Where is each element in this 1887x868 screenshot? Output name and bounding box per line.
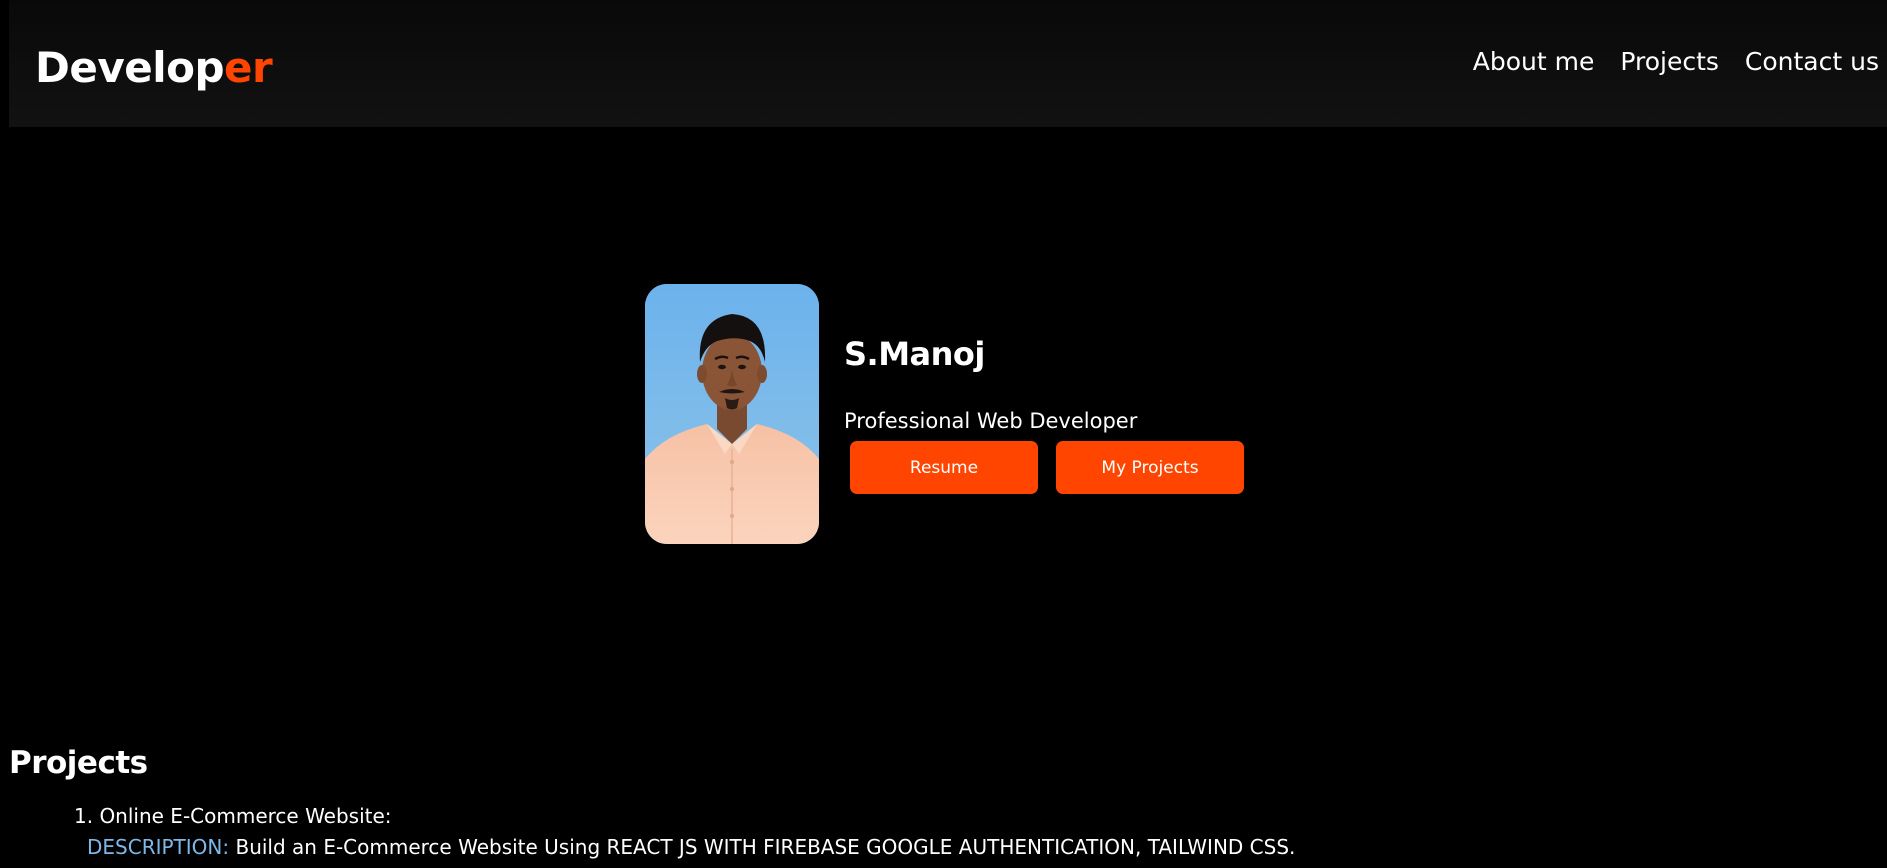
nav-link-about[interactable]: About me <box>1473 44 1595 80</box>
project-item-description: DESCRIPTION: Build an E-Commerce Website… <box>87 833 1295 861</box>
nav-link-contact[interactable]: Contact us <box>1745 44 1879 80</box>
site-logo[interactable]: Developer <box>35 40 273 96</box>
description-label: DESCRIPTION: <box>87 835 230 859</box>
navbar: Developer About me Projects Contact us <box>9 0 1887 127</box>
logo-text-main: Develop <box>35 43 225 92</box>
resume-button[interactable]: Resume <box>850 441 1038 494</box>
nav-link-projects[interactable]: Projects <box>1620 44 1719 80</box>
profile-photo <box>645 284 819 544</box>
profile-portrait-image <box>645 284 819 544</box>
project-item-title: 1. Online E-Commerce Website: <box>74 804 392 828</box>
my-projects-button[interactable]: My Projects <box>1056 441 1244 494</box>
description-text: Build an E-Commerce Website Using REACT … <box>229 835 1296 859</box>
projects-section-title: Projects <box>9 744 148 781</box>
nav-links: About me Projects Contact us <box>1473 44 1879 80</box>
hero-role: Professional Web Developer <box>844 409 1138 433</box>
hero-name: S.Manoj <box>844 335 985 374</box>
logo-text-accent: er <box>224 43 273 92</box>
